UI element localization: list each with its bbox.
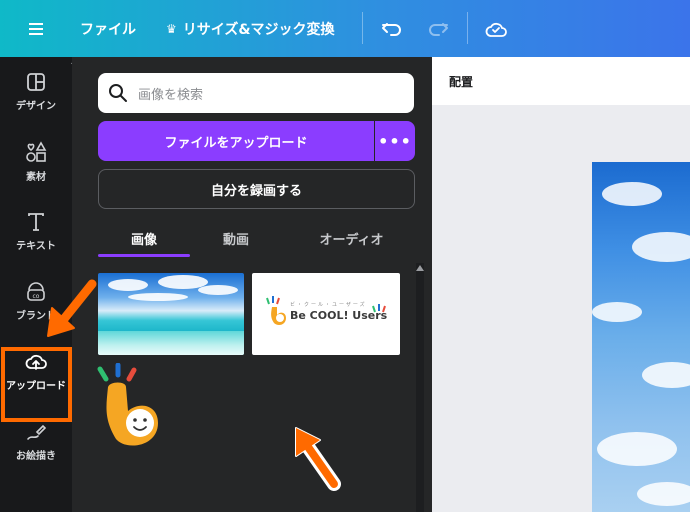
thumbnail-beach-photo[interactable] [98,273,244,355]
hamburger-icon [29,22,43,35]
logo-spark-icon [266,296,280,305]
upload-file-button[interactable]: ファイルをアップロード [98,121,374,161]
rail-label: テキスト [16,241,56,252]
thumbnail-logo[interactable]: ビ・クール・ユーザーズ Be COOL! Users [252,273,400,355]
beach-shore [98,331,244,355]
search-icon [109,84,127,102]
upload-more-button[interactable]: ••• [375,121,415,161]
menu-button[interactable] [22,0,50,57]
redo-icon [429,22,448,36]
position-button[interactable]: 配置 [449,57,473,105]
scroll-up-icon[interactable] [416,265,424,271]
rail-item-text[interactable]: テキスト [0,197,72,267]
tab-videos[interactable]: 動画 [190,219,282,257]
divider [467,12,468,44]
thumbnail-mascot[interactable] [96,363,166,451]
crown-icon: ♛ [166,21,177,36]
design-icon [27,73,45,91]
rail-item-design[interactable]: デザイン [0,57,72,127]
save-status-button[interactable] [482,0,510,57]
logo-spark-right-icon [372,304,386,313]
cloud-check-icon [485,22,507,37]
rail-label: お絵描き [16,451,56,462]
svg-text:co: co [33,293,40,300]
tab-audio[interactable]: オーディオ [288,219,415,257]
redo-button[interactable] [424,0,452,57]
rail-label: 素材 [26,172,46,183]
draw-icon [27,424,47,440]
top-bar: ファイル ♛ リサイズ&マジック変換 [0,0,690,57]
resize-label: リサイズ&マジック変換 [182,21,335,38]
rail-item-elements[interactable]: 素材 [0,127,72,197]
upload-highlight-box [1,347,72,422]
canvas-toolbar: 配置 [432,57,690,105]
text-icon [28,213,44,231]
panel-scrollbar[interactable] [416,263,424,512]
search-box[interactable]: 画像を検索 [98,73,414,113]
file-menu-button[interactable]: ファイル [80,0,136,57]
active-tab-indicator [98,254,190,257]
undo-button[interactable] [378,0,406,57]
canvas-sky-image[interactable] [592,162,690,512]
undo-icon [382,22,401,36]
rail-label: デザイン [16,101,56,112]
record-yourself-button[interactable]: 自分を録画する [98,169,415,209]
upload-panel: 画像を検索 ファイルをアップロード ••• 自分を録画する 画像 動画 オーディ… [72,57,432,512]
logo-mascot-icon [271,307,286,326]
search-input[interactable]: 画像を検索 [138,84,203,103]
media-tabs: 画像 動画 オーディオ [98,219,415,257]
divider [362,12,363,44]
tab-images[interactable]: 画像 [98,219,190,257]
arrow-to-upload-icon [47,279,97,337]
arrow-to-uploaded-files-icon [295,427,341,491]
resize-magic-button[interactable]: ♛ リサイズ&マジック変換 [166,0,335,57]
logo-small-text: ビ・クール・ユーザーズ [290,302,367,308]
elements-icon [26,141,47,162]
